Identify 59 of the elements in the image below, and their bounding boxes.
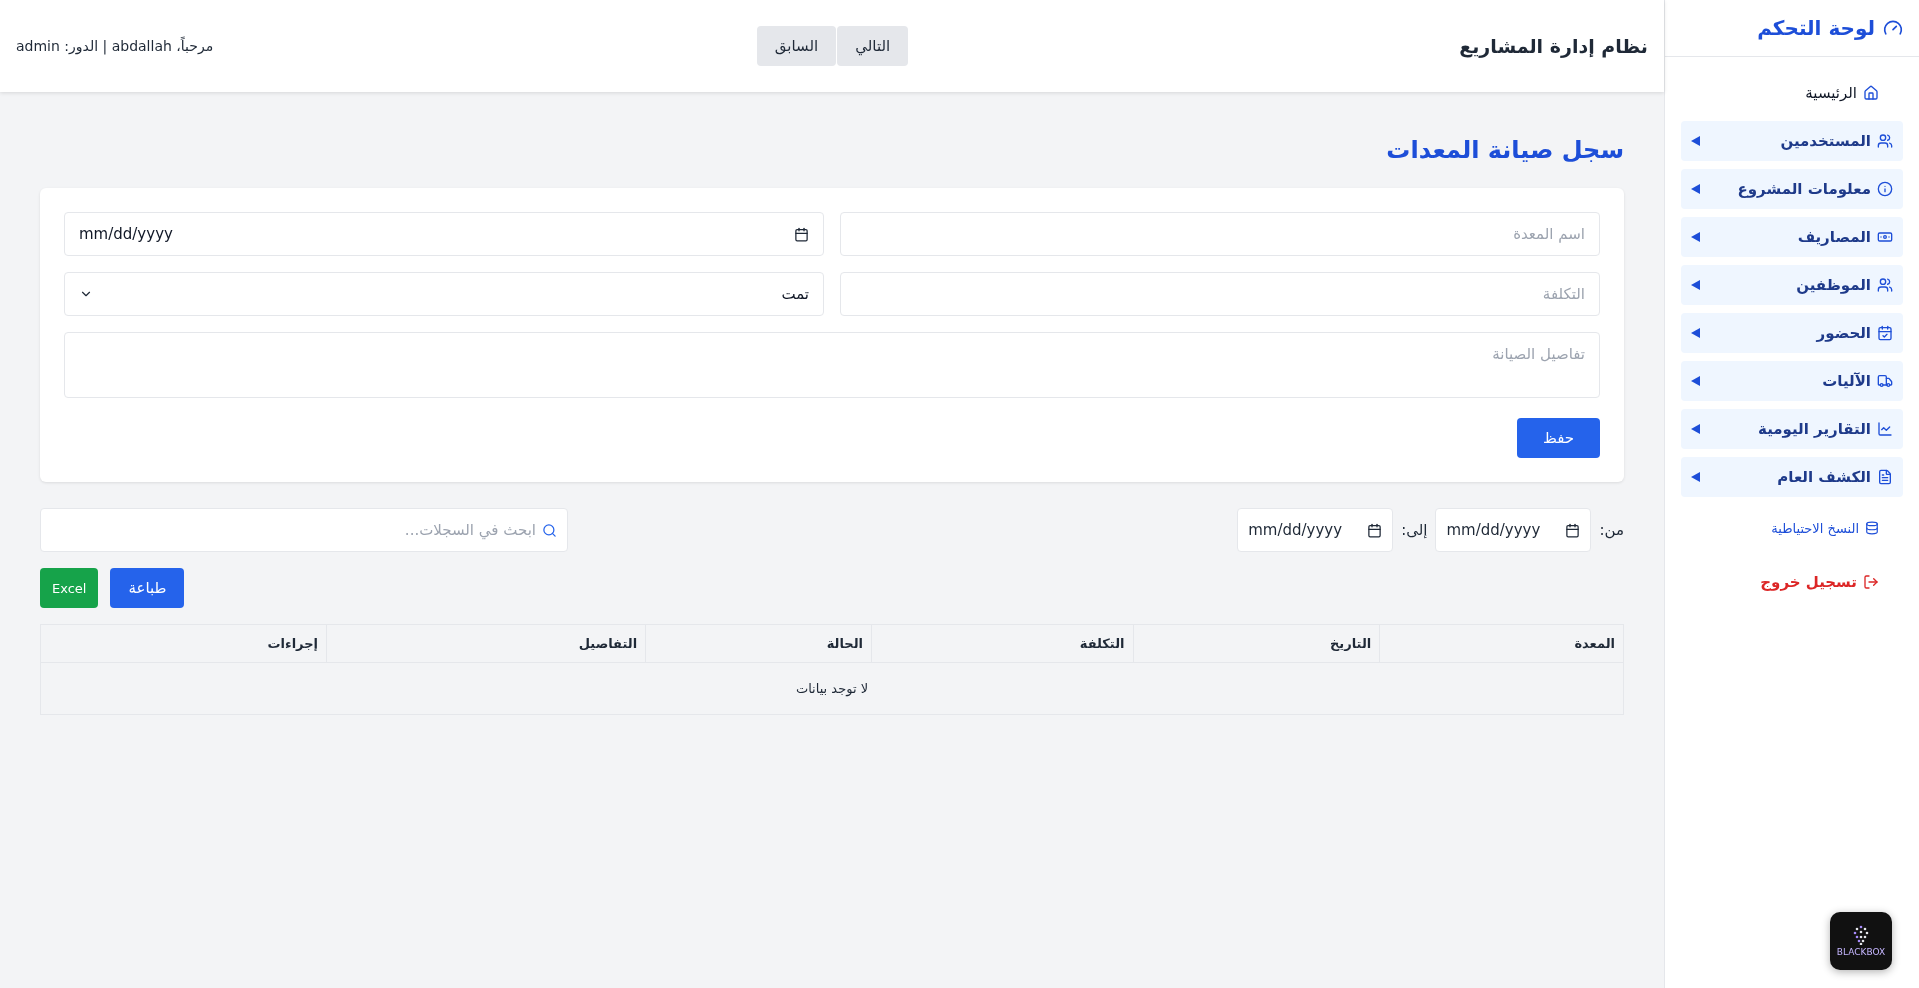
database-icon xyxy=(1865,521,1879,535)
column-header: الحالة xyxy=(645,624,872,663)
column-header: المعدة xyxy=(1379,624,1624,663)
home-icon xyxy=(1863,85,1879,101)
calendar-icon xyxy=(794,226,809,242)
sidebar-item[interactable]: المصاريف xyxy=(1681,217,1903,257)
page-title: سجل صيانة المعدات xyxy=(1385,135,1624,166)
sidebar-item[interactable]: تسجيل خروج xyxy=(1681,559,1903,605)
sidebar-item[interactable]: الحضور xyxy=(1681,313,1903,353)
sidebar-item[interactable]: الرئيسية xyxy=(1681,73,1903,113)
sidebar-item[interactable]: الكشف العام xyxy=(1681,457,1903,497)
date-field[interactable]: mm/dd/yyyy xyxy=(1237,508,1394,552)
users-icon xyxy=(1877,133,1893,149)
logout-icon xyxy=(1863,574,1879,590)
users-icon xyxy=(1877,277,1893,293)
sidebar-item[interactable]: الآليات xyxy=(1681,361,1903,401)
column-header: التفاصيل xyxy=(326,624,646,663)
column-header: التكلفة xyxy=(871,624,1134,663)
info-icon xyxy=(1877,181,1893,197)
caret-icon xyxy=(1691,328,1700,338)
caret-icon xyxy=(1691,472,1700,482)
banknote-icon xyxy=(1877,229,1893,245)
save-button[interactable]: حفظ xyxy=(1516,418,1600,458)
caret-icon xyxy=(1691,280,1700,290)
from-label: من: xyxy=(1599,521,1624,539)
sidebar-item[interactable]: التقارير اليومية xyxy=(1681,409,1903,449)
to-label: إلى: xyxy=(1401,521,1428,539)
user-info: مرحباً، abdallah | الدور: admin xyxy=(16,38,215,54)
sidebar-title: لوحة التحكم xyxy=(1757,16,1875,40)
print-button[interactable]: طباعة xyxy=(110,568,185,608)
caret-icon xyxy=(1691,184,1700,194)
date-field[interactable]: mm/dd/yyyy xyxy=(1435,508,1592,552)
app-title: نظام إدارة المشاريع xyxy=(1458,35,1648,57)
caret-icon xyxy=(1691,376,1700,386)
caret-icon xyxy=(1691,232,1700,242)
sidebar-item[interactable]: المستخدمين xyxy=(1681,121,1903,161)
chart-icon xyxy=(1877,421,1893,437)
document-icon xyxy=(1877,469,1893,485)
gauge-icon xyxy=(1883,18,1903,38)
date-field[interactable]: mm/dd/yyyy xyxy=(64,212,824,256)
nav-button[interactable]: السابق xyxy=(756,26,837,66)
sidebar-item[interactable]: النسخ الاحتياطية xyxy=(1681,505,1903,551)
widget-label: BLACKBOX xyxy=(1836,947,1886,957)
calendar-icon xyxy=(1565,522,1581,538)
column-header: إجراءات xyxy=(40,624,327,663)
caret-icon xyxy=(1691,424,1700,434)
select-field[interactable]: تمت xyxy=(64,272,824,316)
empty-message: لا توجد بيانات xyxy=(40,662,1624,715)
column-header: التاريخ xyxy=(1133,624,1380,663)
search-icon xyxy=(542,522,557,538)
assistant-widget[interactable]: BLACKBOX xyxy=(1830,912,1892,970)
truck-icon xyxy=(1877,373,1893,389)
sidebar-item[interactable]: معلومات المشروع xyxy=(1681,169,1903,209)
calendar-icon xyxy=(1877,325,1893,341)
calendar-icon xyxy=(1367,522,1383,538)
sidebar-item[interactable]: الموظفين xyxy=(1681,265,1903,305)
nav-button[interactable]: التالي xyxy=(837,26,909,66)
caret-icon xyxy=(1691,136,1700,146)
dots-icon xyxy=(1852,925,1870,945)
